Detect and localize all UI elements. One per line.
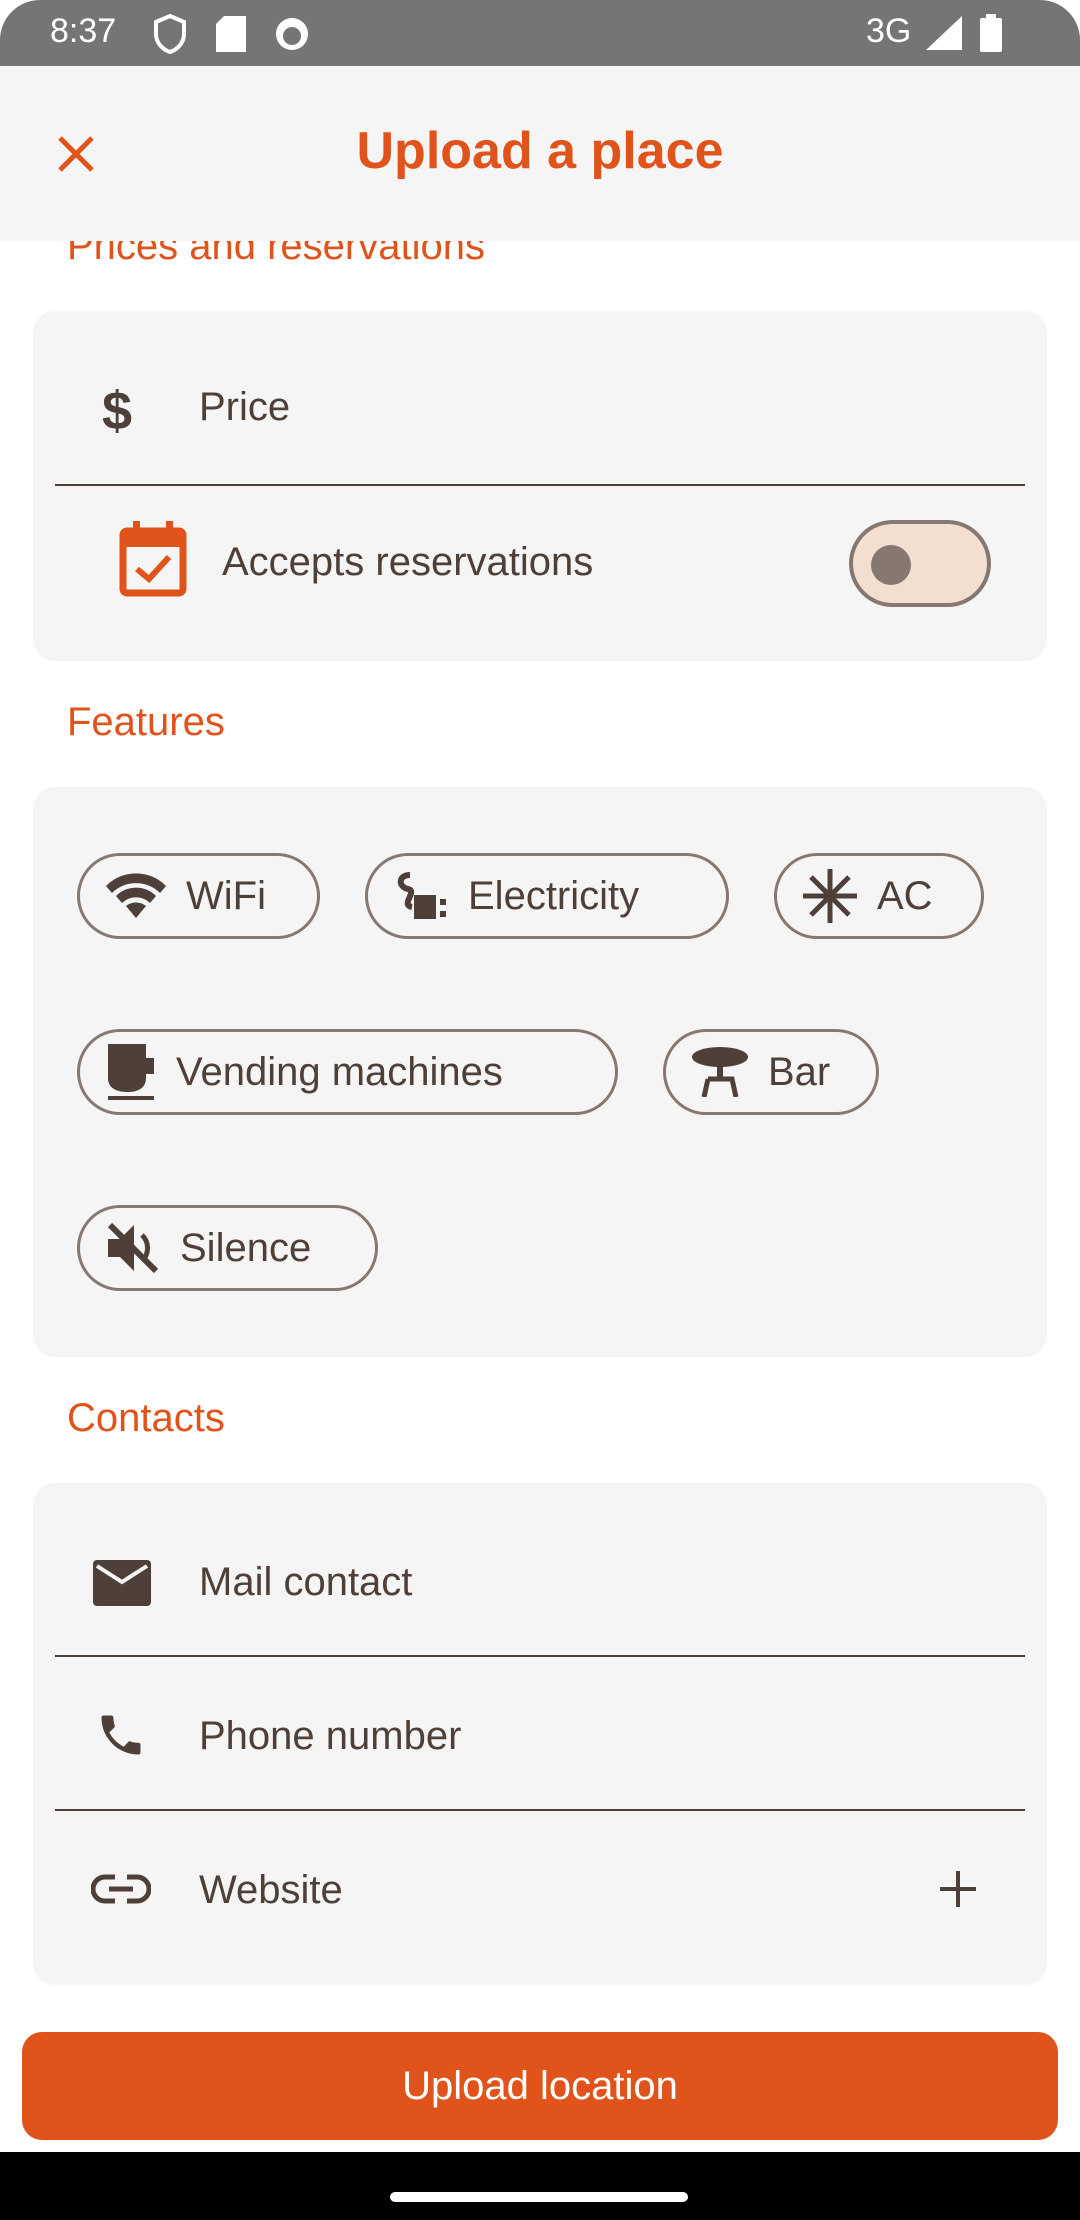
upload-location-button[interactable]: Upload location xyxy=(22,2032,1058,2140)
coffee-cup-icon xyxy=(108,1044,154,1100)
section-contacts-header: Contacts xyxy=(67,1396,225,1440)
svg-text:$: $ xyxy=(102,383,132,435)
toggle-thumb xyxy=(871,545,911,585)
divider xyxy=(55,484,1025,486)
chip-label: WiFi xyxy=(186,873,266,918)
section-features-header: Features xyxy=(67,700,225,744)
chip-label: Electricity xyxy=(468,873,640,918)
chip-bar[interactable]: Bar xyxy=(663,1029,879,1115)
price-input[interactable]: Price xyxy=(199,385,999,430)
phone-input[interactable]: Phone number xyxy=(199,1714,999,1759)
chip-ac[interactable]: AC xyxy=(774,853,984,939)
sd-card-icon xyxy=(216,16,246,52)
snowflake-icon xyxy=(803,869,857,923)
chip-vending-machines[interactable]: Vending machines xyxy=(77,1029,618,1115)
dollar-icon: $ xyxy=(102,383,132,435)
prices-card: $ Price Accepts reservations xyxy=(33,311,1047,661)
chip-label: Vending machines xyxy=(176,1049,503,1094)
website-input[interactable]: Website xyxy=(199,1868,799,1913)
features-card: WiFi Electricity AC Vending machines Bar… xyxy=(33,787,1047,1357)
wifi-icon xyxy=(106,873,166,918)
reservations-label: Accepts reservations xyxy=(222,540,594,584)
mail-icon xyxy=(93,1560,151,1606)
clock: 8:37 xyxy=(50,12,117,50)
calendar-check-icon xyxy=(119,521,187,597)
app-bar: Upload a place xyxy=(0,66,1080,241)
power-plug-icon xyxy=(397,872,446,919)
contacts-card: Mail contact Phone number Website xyxy=(33,1483,1047,1985)
volume-off-icon xyxy=(107,1222,159,1274)
link-icon xyxy=(91,1874,151,1904)
signal-icon xyxy=(926,16,962,50)
network-type: 3G xyxy=(866,12,912,50)
add-icon[interactable] xyxy=(938,1869,978,1909)
home-handle[interactable] xyxy=(390,2192,688,2202)
battery-icon xyxy=(980,14,1002,52)
chip-label: Silence xyxy=(180,1225,312,1270)
mail-input[interactable]: Mail contact xyxy=(199,1560,999,1605)
page-title: Upload a place xyxy=(356,122,724,180)
chip-label: AC xyxy=(877,873,933,918)
chip-electricity[interactable]: Electricity xyxy=(365,853,729,939)
divider xyxy=(55,1809,1025,1811)
status-bar: 8:37 3G xyxy=(0,0,1080,66)
chip-label: Bar xyxy=(768,1049,831,1094)
navigation-bar xyxy=(0,2152,1080,2220)
reservations-toggle[interactable] xyxy=(849,520,991,607)
phone-icon xyxy=(101,1715,141,1755)
divider xyxy=(55,1655,1025,1657)
chip-silence[interactable]: Silence xyxy=(77,1205,378,1291)
shield-icon xyxy=(154,14,186,54)
app-notification-icon xyxy=(276,18,308,50)
chip-wifi[interactable]: WiFi xyxy=(77,853,320,939)
table-icon xyxy=(692,1047,748,1097)
